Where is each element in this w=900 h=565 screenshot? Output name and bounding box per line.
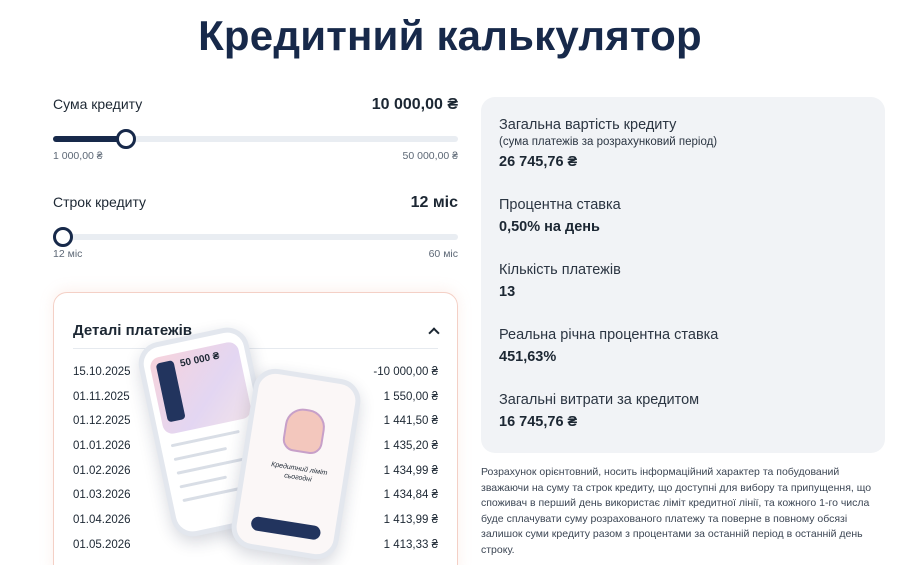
phone-slogan: Кредитний ліміт сьогодні [270, 461, 328, 484]
loan-term-slider[interactable] [53, 227, 458, 247]
payment-amount: 1 441,50 ₴ [383, 415, 438, 428]
payment-date: 01.03.2026 [73, 489, 131, 502]
payments-count-label: Кількість платежів [499, 262, 621, 278]
loan-term-max-label: 60 міс [428, 248, 458, 260]
loan-term-value: 12 міс [410, 194, 458, 211]
page-title: Кредитний калькулятор [198, 12, 702, 59]
total-cost-label: Загальна вартість кредиту [499, 117, 677, 133]
payment-date: 01.05.2026 [73, 538, 131, 551]
interest-rate-item: Процентна ставка 0,50% на день [499, 197, 867, 235]
real-annual-rate-value: 451,63% [499, 349, 557, 365]
phone-cta-button [250, 515, 322, 541]
interest-rate-label: Процентна ставка [499, 197, 621, 213]
payment-amount: -10 000,00 ₴ [373, 366, 438, 378]
real-annual-rate-item: Реальна річна процентна ставка 451,63% [499, 327, 867, 365]
payments-count-item: Кількість платежів 13 [499, 262, 867, 300]
interest-rate-value: 0,50% на день [499, 219, 600, 235]
loan-term-slider-block: Строк кредиту 12 міс 12 міс 60 міс [53, 194, 458, 260]
phone-ui-line [179, 475, 228, 489]
payment-amount: 1 550,00 ₴ [383, 390, 438, 403]
total-cost-item: Загальна вартість кредиту (сума платежів… [499, 117, 867, 170]
phone-ui-line [170, 429, 240, 448]
loan-amount-max-label: 50 000,00 ₴ [402, 150, 458, 162]
payment-date: 01.12.2025 [73, 415, 131, 428]
payment-details-card: Деталі платежів 15.10.2025 -10 000,00 ₴ 0… [53, 292, 458, 565]
payment-date: 01.02.2026 [73, 464, 131, 477]
total-expenses-label: Загальні витрати за кредитом [499, 392, 700, 408]
loan-term-min-label: 12 міс [53, 248, 83, 260]
loan-amount-slider-block: Сума кредиту 10 000,00 ₴ 1 000,00 ₴ 50 0… [53, 96, 458, 162]
real-annual-rate-label: Реальна річна процентна ставка [499, 327, 719, 343]
loan-amount-min-label: 1 000,00 ₴ [53, 150, 103, 162]
hand-gesture-icon [281, 406, 328, 456]
payment-amount: 1 413,99 ₴ [383, 514, 438, 527]
credit-card-image: 50 000 ₴ [148, 340, 253, 436]
loan-term-slider-thumb[interactable] [53, 227, 73, 247]
phone-card-amount: 50 000 ₴ [179, 350, 221, 370]
payment-date: 15.10.2025 [73, 366, 131, 378]
total-expenses-item: Загальні витрати за кредитом 16 745,76 ₴ [499, 392, 867, 430]
loan-amount-slider-thumb[interactable] [115, 129, 136, 149]
phone-ui-line [173, 446, 228, 462]
loan-summary-panel: Загальна вартість кредиту (сума платежів… [481, 97, 885, 453]
disclaimer-text: Розрахунок орієнтовний, носить інформаці… [481, 466, 872, 556]
payment-amount: 1 434,84 ₴ [383, 489, 438, 502]
chevron-up-icon[interactable] [428, 326, 438, 336]
loan-term-label: Строк кредиту [53, 194, 147, 210]
payment-amount: 1 435,20 ₴ [383, 440, 438, 453]
payment-date: 01.11.2025 [73, 390, 130, 403]
loan-amount-slider[interactable] [53, 129, 458, 149]
total-cost-value: 26 745,76 ₴ [499, 154, 578, 170]
payment-amount: 1 434,99 ₴ [383, 464, 438, 477]
payment-date: 01.01.2026 [73, 440, 131, 453]
loan-amount-value: 10 000,00 ₴ [371, 96, 458, 113]
payment-date: 01.04.2026 [73, 514, 131, 527]
total-cost-sublabel: (сума платежів за розрахунковий період) [499, 136, 718, 148]
total-expenses-value: 16 745,76 ₴ [499, 414, 578, 430]
loan-amount-slider-fill [53, 136, 126, 142]
payment-amount: 1 413,33 ₴ [383, 538, 438, 551]
phones-illustration: 50 000 ₴ Кредитний ліміт сьогодні [134, 323, 364, 565]
loan-amount-label: Сума кредиту [53, 96, 143, 112]
payments-count-value: 13 [499, 284, 516, 300]
